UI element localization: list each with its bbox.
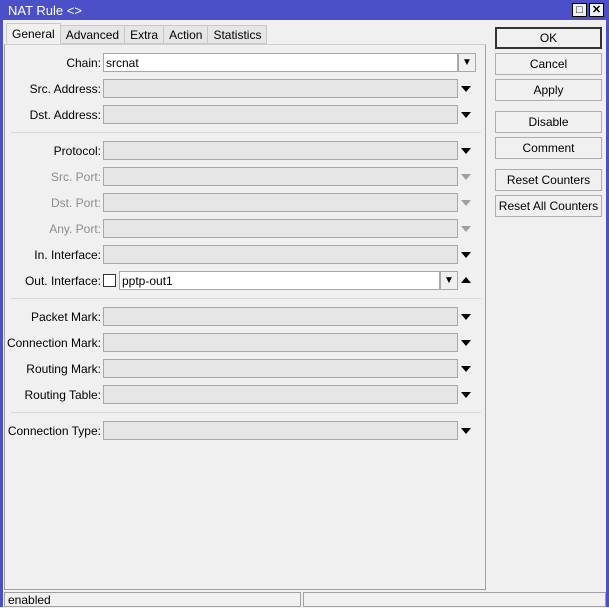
connection-type-label: Connection Type:: [7, 424, 101, 438]
comment-button[interactable]: Comment: [495, 137, 602, 159]
maximize-icon[interactable]: □: [572, 3, 587, 17]
general-panel: Chain: srcnat ▼ Src. Address: Dst. Addre…: [4, 44, 486, 590]
routing-table-label: Routing Table:: [24, 388, 102, 402]
any-port-label: Any. Port:: [49, 222, 101, 236]
chain-row: Chain: srcnat ▼: [5, 53, 487, 73]
packet-mark-row: Packet Mark:: [5, 307, 487, 327]
protocol-input[interactable]: [103, 141, 458, 160]
chain-dropdown-icon[interactable]: ▼: [458, 53, 476, 72]
tab-general[interactable]: General: [6, 23, 61, 44]
window-title: NAT Rule <>: [8, 3, 82, 18]
reset-counters-button[interactable]: Reset Counters: [495, 169, 602, 191]
status-left: enabled: [4, 592, 301, 607]
expand-arrow-icon[interactable]: [461, 340, 471, 346]
connection-type-row: Connection Type:: [5, 421, 487, 441]
disable-button[interactable]: Disable: [495, 111, 602, 133]
expand-arrow-icon: [461, 200, 471, 206]
protocol-label: Protocol:: [53, 144, 101, 158]
divider: [11, 132, 481, 133]
in-interface-label: In. Interface:: [34, 248, 101, 262]
any-port-input: [103, 219, 458, 238]
negate-checkbox[interactable]: [103, 274, 116, 287]
status-right: [303, 592, 606, 607]
tab-action[interactable]: Action: [163, 25, 209, 44]
any-port-row: Any. Port:: [5, 219, 487, 239]
expand-arrow-icon[interactable]: [461, 112, 471, 118]
connection-type-input[interactable]: [103, 421, 458, 440]
in-interface-row: In. Interface:: [5, 245, 487, 265]
packet-mark-input[interactable]: [103, 307, 458, 326]
expand-arrow-icon[interactable]: [461, 86, 471, 92]
out-interface-dropdown-icon[interactable]: ▼: [440, 271, 458, 290]
reset-all-counters-button[interactable]: Reset All Counters: [495, 195, 602, 217]
cancel-button[interactable]: Cancel: [495, 53, 602, 75]
dst-address-label: Dst. Address:: [29, 108, 101, 122]
tab-advanced[interactable]: Advanced: [59, 25, 126, 44]
expand-arrow-icon[interactable]: [461, 314, 471, 320]
expand-arrow-icon[interactable]: [461, 366, 471, 372]
dst-address-input[interactable]: [103, 105, 458, 124]
dst-port-label: Dst. Port:: [50, 196, 101, 210]
src-address-row: Src. Address:: [5, 79, 487, 99]
chain-label: Chain:: [66, 56, 101, 70]
expand-arrow-icon: [461, 226, 471, 232]
tab-extra[interactable]: Extra: [124, 25, 165, 44]
apply-button[interactable]: Apply: [495, 79, 602, 101]
divider: [11, 412, 481, 413]
dst-port-row: Dst. Port:: [5, 193, 487, 213]
expand-arrow-icon[interactable]: [461, 252, 471, 258]
close-icon[interactable]: ✕: [589, 3, 604, 17]
out-interface-row: Out. Interface: pptp-out1 ▼: [5, 271, 487, 291]
packet-mark-label: Packet Mark:: [30, 310, 101, 324]
connection-mark-label: Connection Mark:: [6, 336, 101, 350]
routing-table-input[interactable]: [103, 385, 458, 404]
ok-button[interactable]: OK: [495, 27, 602, 49]
expand-arrow-icon[interactable]: [461, 148, 471, 154]
routing-mark-row: Routing Mark:: [5, 359, 487, 379]
dst-port-input: [103, 193, 458, 212]
title-bar: NAT Rule <>: [0, 0, 609, 20]
tab-bar: General Advanced Extra Action Statistics: [6, 23, 268, 45]
protocol-row: Protocol:: [5, 141, 487, 161]
src-port-row: Src. Port:: [5, 167, 487, 187]
src-port-input: [103, 167, 458, 186]
routing-table-row: Routing Table:: [5, 385, 487, 405]
routing-mark-input[interactable]: [103, 359, 458, 378]
src-port-label: Src. Port:: [50, 170, 101, 184]
connection-mark-row: Connection Mark:: [5, 333, 487, 353]
divider: [11, 298, 481, 299]
expand-arrow-icon: [461, 174, 471, 180]
in-interface-input[interactable]: [103, 245, 458, 264]
src-address-input[interactable]: [103, 79, 458, 98]
out-interface-input[interactable]: pptp-out1: [119, 271, 440, 290]
collapse-arrow-icon[interactable]: [461, 277, 471, 283]
out-interface-label: Out. Interface:: [24, 274, 101, 288]
chain-input[interactable]: srcnat: [103, 53, 458, 72]
src-address-label: Src. Address:: [29, 82, 101, 96]
connection-mark-input[interactable]: [103, 333, 458, 352]
expand-arrow-icon[interactable]: [461, 428, 471, 434]
routing-mark-label: Routing Mark:: [26, 362, 101, 376]
dst-address-row: Dst. Address:: [5, 105, 487, 125]
expand-arrow-icon[interactable]: [461, 392, 471, 398]
tab-statistics[interactable]: Statistics: [207, 25, 268, 44]
